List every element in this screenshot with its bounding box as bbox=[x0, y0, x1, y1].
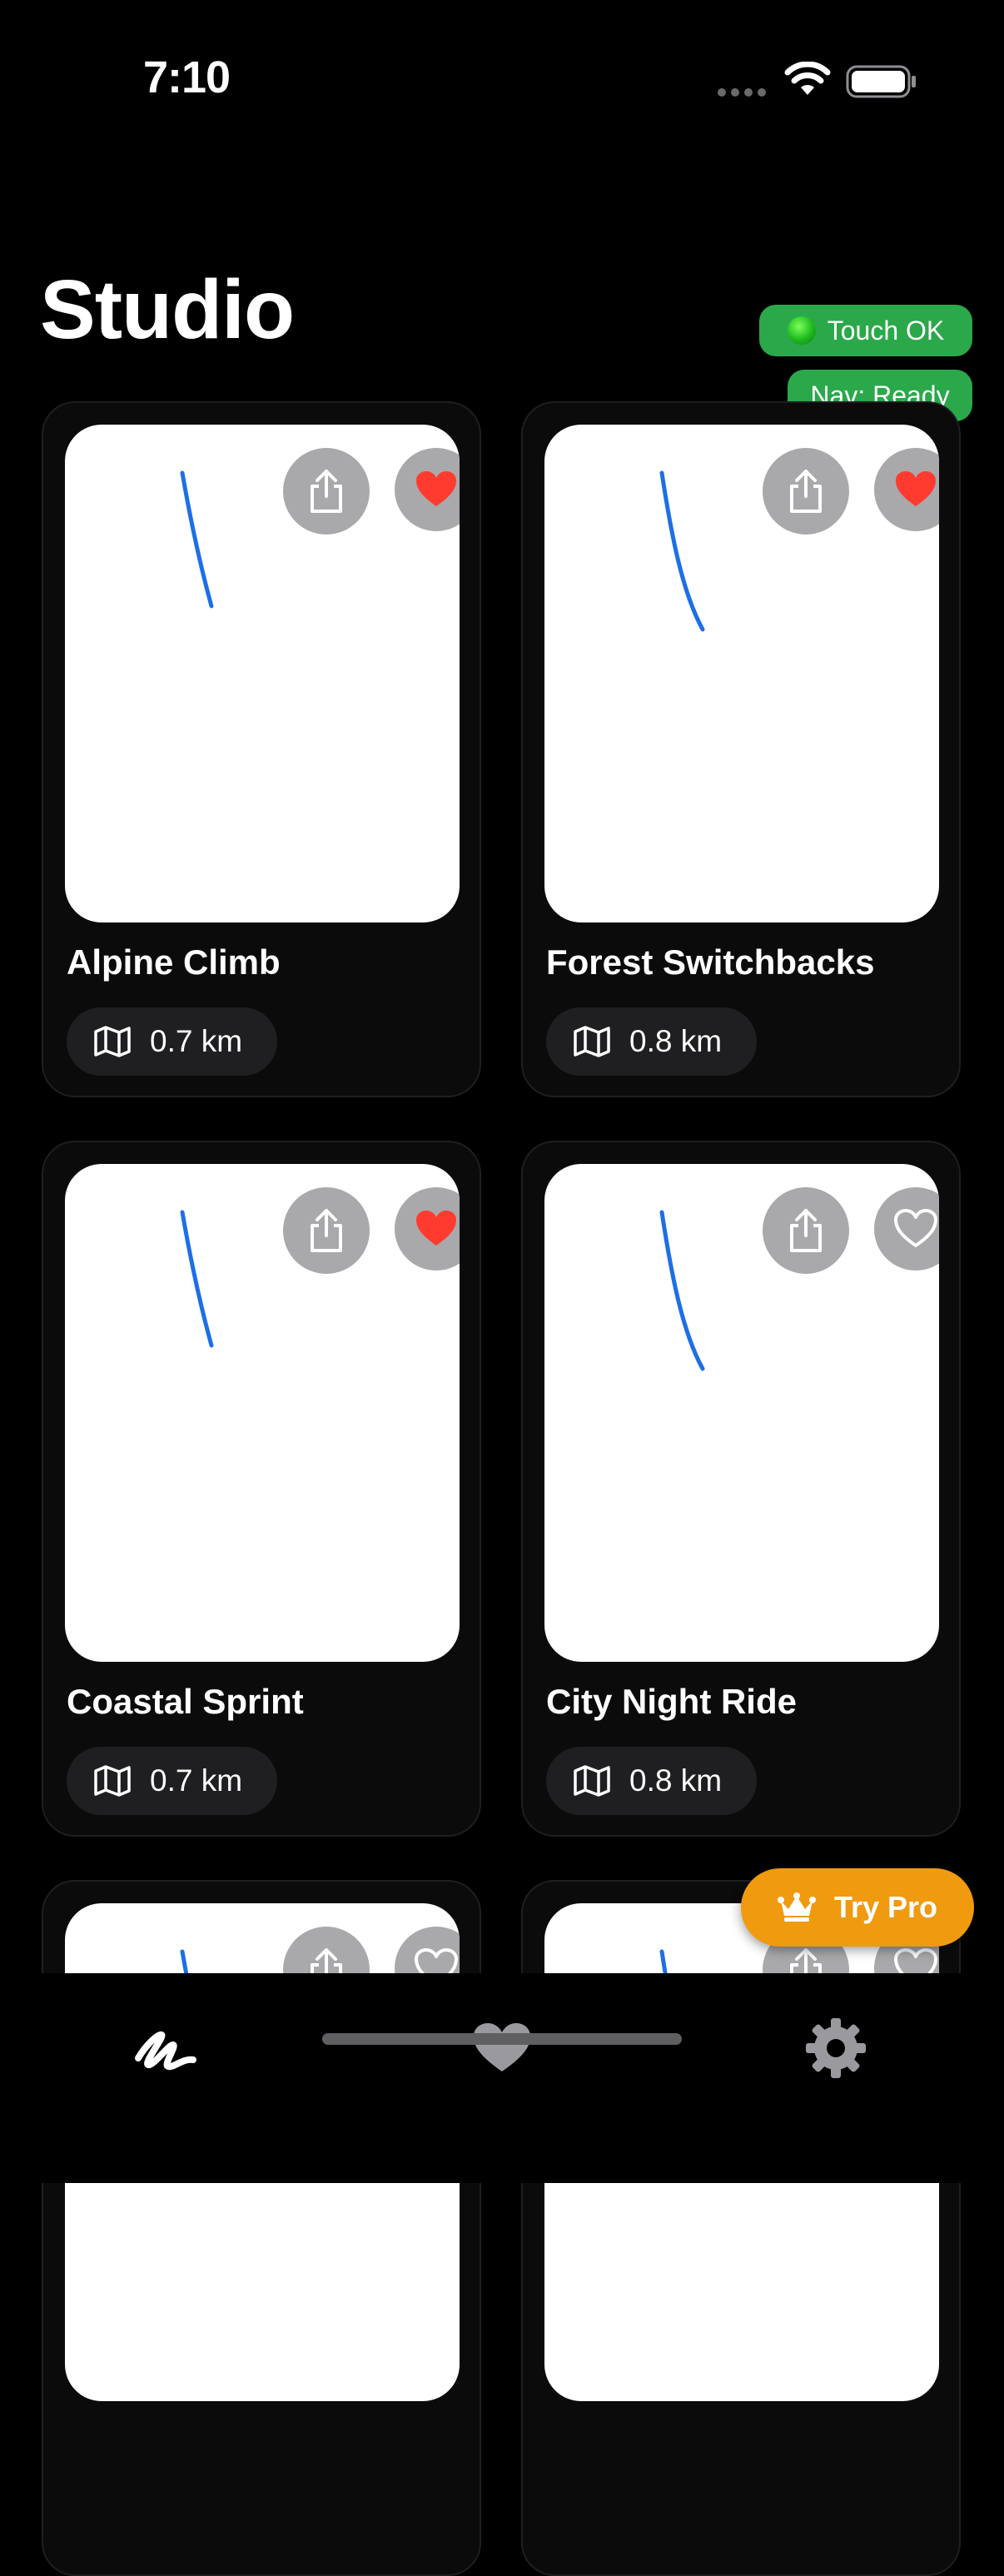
share-icon bbox=[311, 470, 342, 513]
status-bar: 7:10 bbox=[0, 0, 1004, 167]
try-pro-button[interactable]: Try Pro bbox=[741, 1868, 974, 1947]
share-button[interactable] bbox=[283, 448, 370, 535]
route-preview[interactable] bbox=[65, 1164, 460, 1662]
tab-settings[interactable] bbox=[786, 1998, 886, 2098]
distance-label: 0.8 km bbox=[629, 1024, 723, 1058]
share-icon bbox=[311, 1209, 342, 1252]
heart-icon bbox=[896, 471, 936, 506]
route-card[interactable]: Forest Switchbacks 0.8 km bbox=[521, 401, 961, 1097]
status-dot-icon bbox=[787, 316, 816, 345]
route-title: Coastal Sprint bbox=[67, 1682, 304, 1721]
distance-badge: 0.7 km bbox=[67, 1007, 278, 1076]
distance-badge: 0.7 km bbox=[67, 1747, 278, 1815]
tab-draw[interactable] bbox=[117, 1998, 216, 2098]
gear-icon bbox=[806, 2018, 866, 2078]
draw-icon bbox=[135, 2031, 196, 2071]
page-title: Studio bbox=[40, 263, 295, 356]
share-button[interactable] bbox=[763, 448, 849, 535]
heart-icon bbox=[416, 1211, 456, 1246]
share-button[interactable] bbox=[763, 1187, 849, 1274]
touch-status-badge: Touch OK bbox=[759, 305, 972, 356]
route-preview[interactable] bbox=[65, 425, 460, 922]
map-icon bbox=[574, 1765, 610, 1797]
map-icon bbox=[574, 1026, 610, 1057]
map-icon bbox=[94, 1026, 131, 1057]
home-indicator bbox=[322, 2033, 682, 2045]
distance-label: 0.7 km bbox=[150, 1024, 243, 1058]
wifi-icon bbox=[784, 62, 831, 95]
heart-icon bbox=[416, 471, 456, 506]
signal-dots-icon bbox=[718, 88, 766, 97]
tab-bar bbox=[0, 1973, 1004, 2183]
route-card[interactable]: City Night Ride 0.8 km bbox=[521, 1141, 961, 1837]
battery-icon bbox=[846, 65, 916, 98]
status-time: 7:10 bbox=[143, 52, 231, 102]
distance-badge: 0.8 km bbox=[546, 1007, 758, 1076]
heart-icon bbox=[474, 2023, 530, 2071]
touch-status-label: Touch OK bbox=[827, 315, 945, 346]
distance-label: 0.7 km bbox=[150, 1763, 243, 1798]
heart-icon bbox=[894, 1209, 937, 1247]
share-icon bbox=[790, 470, 822, 513]
route-card[interactable]: Coastal Sprint 0.7 km bbox=[42, 1141, 481, 1837]
share-button[interactable] bbox=[283, 1187, 370, 1274]
route-title: Alpine Climb bbox=[67, 942, 281, 982]
try-pro-label: Try Pro bbox=[833, 1890, 938, 1924]
route-preview[interactable] bbox=[544, 1164, 939, 1662]
route-title: City Night Ride bbox=[546, 1682, 797, 1721]
tab-favorites[interactable] bbox=[452, 1998, 552, 2098]
route-title: Forest Switchbacks bbox=[546, 942, 875, 982]
distance-label: 0.8 km bbox=[629, 1763, 723, 1798]
crown-icon bbox=[777, 1892, 816, 1922]
distance-badge: 0.8 km bbox=[546, 1747, 758, 1815]
route-card[interactable]: Alpine Climb 0.7 km bbox=[42, 401, 481, 1097]
map-icon bbox=[94, 1765, 131, 1797]
route-preview[interactable] bbox=[544, 425, 939, 922]
share-icon bbox=[790, 1209, 822, 1252]
